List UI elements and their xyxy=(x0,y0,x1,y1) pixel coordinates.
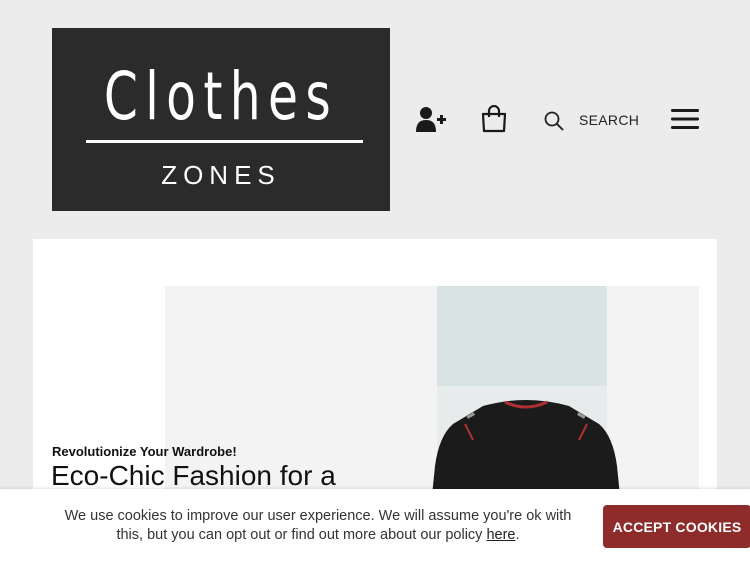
accept-cookies-button[interactable]: ACCEPT COOKIES xyxy=(603,505,750,548)
user-plus-icon[interactable] xyxy=(415,106,447,134)
hamburger-menu-icon[interactable] xyxy=(671,108,699,130)
cookie-message: We use cookies to improve our user exper… xyxy=(60,507,576,545)
cookie-consent-bar: We use cookies to improve our user exper… xyxy=(0,489,750,563)
hero-kicker: Revolutionize Your Wardrobe! xyxy=(52,444,237,459)
logo-divider xyxy=(86,140,363,143)
cookie-policy-link[interactable]: here xyxy=(486,527,515,543)
site-logo[interactable]: Clothes ZONES xyxy=(52,28,390,211)
logo-wordmark-bottom: ZONES xyxy=(161,160,281,190)
logo-wordmark-top: Clothes xyxy=(103,58,339,135)
cookie-message-end: . xyxy=(515,527,520,543)
search-label[interactable]: SEARCH xyxy=(579,112,639,128)
hero-title: Eco-Chic Fashion for a xyxy=(51,460,336,491)
search-icon[interactable] xyxy=(543,110,565,132)
shopping-bag-icon[interactable] xyxy=(480,105,508,133)
